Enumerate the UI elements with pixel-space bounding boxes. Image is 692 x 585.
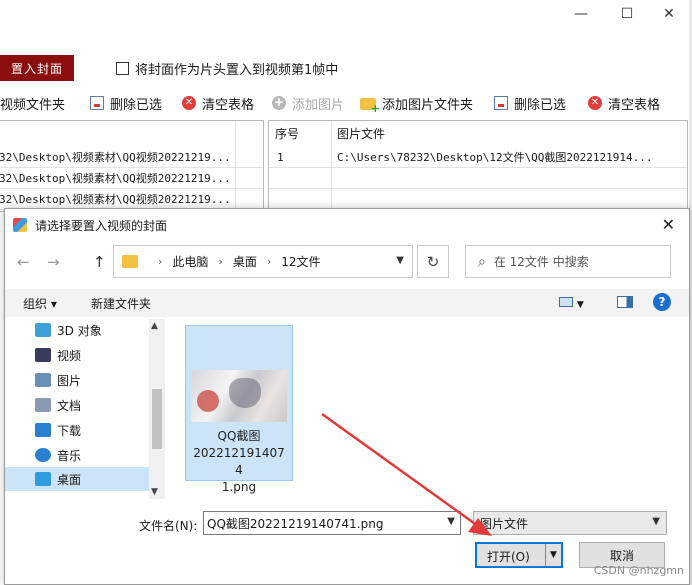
- delete-icon: [90, 96, 104, 110]
- tree-item-pictures[interactable]: 图片: [35, 369, 81, 391]
- add-icon: +: [272, 95, 286, 110]
- main-toolbar: 视频文件夹 删除已选 ✕ 清空表格 + 添加图片 添加图片文件夹 删除已选 ✕ …: [0, 90, 692, 116]
- delete-selected-right-button[interactable]: 删除已选: [494, 90, 566, 116]
- folder-icon: [122, 255, 138, 268]
- dialog-title: 请选择要置入视频的封面: [35, 218, 168, 233]
- close-button[interactable]: ✕: [646, 2, 692, 26]
- open-button[interactable]: 打开(O) ▼: [475, 542, 563, 568]
- row-index: 1: [277, 150, 284, 164]
- chevron-down-icon[interactable]: ▼: [652, 516, 660, 527]
- tree-item-documents[interactable]: 文档: [35, 394, 81, 416]
- maximize-button[interactable]: ☐: [604, 2, 650, 26]
- add-video-folder-button[interactable]: 视频文件夹: [0, 90, 65, 116]
- document-icon: [35, 398, 51, 412]
- column-header-index[interactable]: 序号: [275, 125, 299, 142]
- table-row[interactable]: 1 C:\Users\78232\Desktop\12文件\QQ截图202212…: [269, 147, 687, 168]
- delete-selected-left-button[interactable]: 删除已选: [90, 90, 162, 116]
- insert-cover-button[interactable]: 置入封面: [0, 55, 74, 81]
- clear-table-left-button[interactable]: ✕ 清空表格: [182, 90, 254, 116]
- search-icon: ⌕: [478, 253, 486, 270]
- music-icon: [35, 448, 51, 462]
- breadcrumb-this-pc[interactable]: 此电脑: [172, 253, 208, 270]
- open-options-dropdown[interactable]: ▼: [545, 544, 561, 566]
- breadcrumb-desktop[interactable]: 桌面: [233, 253, 257, 270]
- cube-icon: [35, 323, 51, 337]
- video-icon: [35, 348, 51, 362]
- clear-table-right-button[interactable]: ✕ 清空表格: [588, 90, 660, 116]
- cover-as-intro-option[interactable]: 将封面作为片头置入到视频第1帧中: [116, 59, 338, 78]
- cover-as-intro-label: 将封面作为片头置入到视频第1帧中: [135, 63, 339, 78]
- watermark: CSDN @nhzgmn: [593, 564, 684, 577]
- scroll-up-icon[interactable]: ▲: [151, 321, 158, 331]
- address-bar[interactable]: › 此电脑 › 桌面 › 12文件 ▼: [113, 245, 413, 278]
- tree-item-downloads[interactable]: 下载: [35, 419, 81, 441]
- filetype-select[interactable]: 图片文件 ▼: [473, 511, 667, 535]
- breadcrumb-separator: ›: [158, 255, 163, 268]
- add-image-folder-button[interactable]: 添加图片文件夹: [360, 90, 473, 116]
- dialog-toolbar: 组织 ▾ 新建文件夹 ▼ ?: [5, 289, 689, 317]
- list-item[interactable]: 32\Desktop\视频素材\QQ视频20221219...: [0, 147, 263, 168]
- refresh-button[interactable]: ↻: [417, 245, 449, 278]
- breadcrumb-separator: ›: [266, 255, 272, 268]
- preview-pane-icon[interactable]: [617, 296, 633, 311]
- list-item[interactable]: 32\Desktop\视频素材\QQ视频20221219...: [0, 189, 263, 210]
- minimize-button[interactable]: —: [558, 2, 604, 26]
- chevron-down-icon[interactable]: ▼: [396, 255, 404, 266]
- tree-item-music[interactable]: 音乐: [35, 444, 81, 466]
- scroll-thumb[interactable]: [152, 389, 162, 449]
- file-item-qq-screenshot[interactable]: QQ截图 2022121914074 1.png: [185, 325, 293, 494]
- file-item-caption: QQ截图 2022121914074 1.png: [193, 429, 285, 494]
- desktop-icon: [35, 472, 51, 486]
- clear-icon: ✕: [182, 96, 196, 110]
- tree-item-desktop[interactable]: 桌面: [35, 468, 81, 490]
- column-header-file[interactable]: 图片文件: [337, 125, 385, 142]
- chevron-down-icon[interactable]: ▼: [447, 516, 455, 527]
- add-image-button[interactable]: + 添加图片: [272, 90, 344, 116]
- navigation-tree[interactable]: 3D 对象 视频 图片 文档 下载 音乐 桌面: [5, 319, 165, 499]
- download-icon: [35, 423, 51, 437]
- video-list-pane[interactable]: 32\Desktop\视频素材\QQ视频20221219... 32\Deskt…: [0, 120, 264, 212]
- breadcrumb-12files[interactable]: 12文件: [281, 253, 320, 270]
- image-thumbnail: [191, 370, 287, 422]
- breadcrumb-separator: ›: [218, 255, 223, 268]
- open-file-dialog: 请选择要置入视频的封面 ✕ ← → ↑ › 此电脑 › 桌面 › 12文件 ▼ …: [4, 208, 690, 585]
- forward-arrow-icon[interactable]: →: [47, 253, 60, 271]
- list-item[interactable]: 32\Desktop\视频素材\QQ视频20221219...: [0, 168, 263, 189]
- up-arrow-icon[interactable]: ↑: [93, 253, 106, 271]
- row-file: C:\Users\78232\Desktop\12文件\QQ截图20221219…: [337, 151, 653, 164]
- filename-label: 文件名(N):: [139, 519, 198, 533]
- new-folder-button[interactable]: 新建文件夹: [91, 295, 151, 312]
- help-icon[interactable]: ?: [653, 293, 671, 311]
- tree-scrollbar[interactable]: ▲ ▼: [149, 319, 165, 499]
- dialog-titlebar: 请选择要置入视频的封面: [5, 209, 689, 241]
- filename-input[interactable]: QQ截图20221219140741.png ▼: [203, 511, 461, 535]
- clear-icon: ✕: [588, 96, 602, 110]
- back-arrow-icon[interactable]: ←: [17, 253, 30, 271]
- add-video-folder-label: 视频文件夹: [0, 97, 66, 113]
- tree-item-videos[interactable]: 视频: [35, 344, 81, 366]
- scroll-down-icon[interactable]: ▼: [151, 487, 158, 497]
- table-row: [269, 168, 687, 189]
- delete-icon: [494, 96, 508, 110]
- app-icon: [13, 218, 27, 232]
- image-table-pane[interactable]: 序号 图片文件 1 C:\Users\78232\Desktop\12文件\QQ…: [268, 120, 688, 212]
- dialog-close-button[interactable]: ✕: [662, 215, 675, 234]
- search-placeholder: 在 12文件 中搜索: [493, 255, 589, 269]
- organize-menu[interactable]: 组织 ▾: [23, 295, 57, 312]
- view-options-icon[interactable]: ▼: [559, 296, 584, 310]
- folder-add-icon: [360, 98, 380, 115]
- table-row: [269, 189, 687, 210]
- picture-icon: [35, 373, 51, 387]
- cover-as-intro-checkbox[interactable]: [116, 62, 129, 75]
- search-box[interactable]: ⌕ 在 12文件 中搜索: [465, 245, 671, 278]
- tree-item-3d-objects[interactable]: 3D 对象: [35, 319, 102, 341]
